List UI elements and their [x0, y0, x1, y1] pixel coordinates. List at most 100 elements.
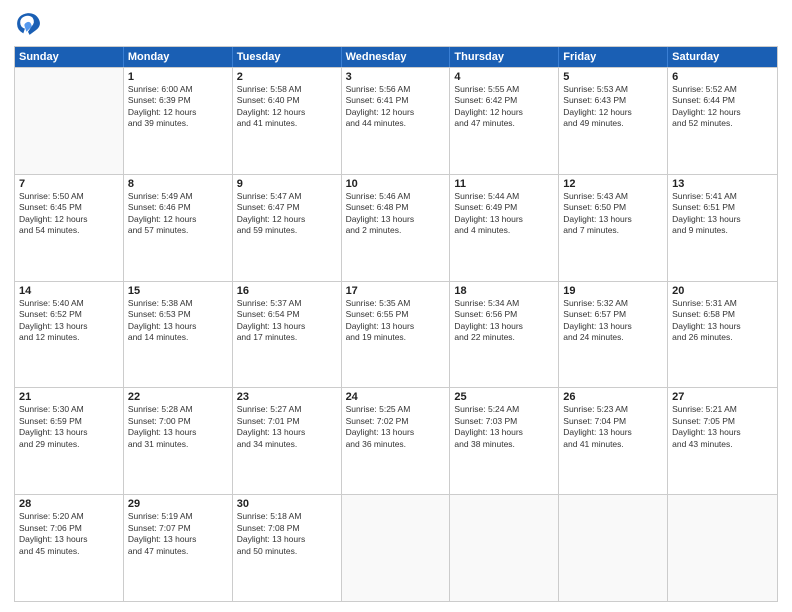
cell-line: Sunset: 6:44 PM — [672, 95, 773, 106]
cell-line: Sunrise: 5:25 AM — [346, 404, 446, 415]
cell-line: Sunset: 6:58 PM — [672, 309, 773, 320]
day-number: 20 — [672, 285, 773, 297]
table-row — [450, 495, 559, 601]
logo — [14, 10, 46, 38]
cell-line: Sunset: 6:51 PM — [672, 202, 773, 213]
cell-line: Sunrise: 5:19 AM — [128, 511, 228, 522]
cell-line: and 38 minutes. — [454, 439, 554, 450]
cell-line: Sunrise: 5:34 AM — [454, 298, 554, 309]
cell-line: Daylight: 13 hours — [237, 534, 337, 545]
weekday-header: Monday — [124, 47, 233, 67]
day-number: 15 — [128, 285, 228, 297]
cell-line: and 14 minutes. — [128, 332, 228, 343]
cell-line: and 41 minutes. — [563, 439, 663, 450]
cell-line: Sunset: 7:07 PM — [128, 523, 228, 534]
cell-line: Daylight: 13 hours — [454, 427, 554, 438]
cell-line: and 26 minutes. — [672, 332, 773, 343]
day-number: 29 — [128, 498, 228, 510]
cell-line: Sunset: 6:49 PM — [454, 202, 554, 213]
cell-line: Daylight: 13 hours — [128, 427, 228, 438]
table-row: 24Sunrise: 5:25 AMSunset: 7:02 PMDayligh… — [342, 388, 451, 494]
logo-icon — [14, 10, 42, 38]
table-row: 20Sunrise: 5:31 AMSunset: 6:58 PMDayligh… — [668, 282, 777, 388]
day-number: 1 — [128, 71, 228, 83]
table-row: 14Sunrise: 5:40 AMSunset: 6:52 PMDayligh… — [15, 282, 124, 388]
cell-line: Daylight: 13 hours — [454, 214, 554, 225]
cell-line: Daylight: 12 hours — [237, 107, 337, 118]
table-row: 18Sunrise: 5:34 AMSunset: 6:56 PMDayligh… — [450, 282, 559, 388]
table-row: 26Sunrise: 5:23 AMSunset: 7:04 PMDayligh… — [559, 388, 668, 494]
cell-line: Sunrise: 5:41 AM — [672, 191, 773, 202]
day-number: 13 — [672, 178, 773, 190]
cell-line: Sunset: 6:53 PM — [128, 309, 228, 320]
cell-line: Sunrise: 5:24 AM — [454, 404, 554, 415]
table-row: 23Sunrise: 5:27 AMSunset: 7:01 PMDayligh… — [233, 388, 342, 494]
cell-line: and 36 minutes. — [346, 439, 446, 450]
day-number: 3 — [346, 71, 446, 83]
table-row: 13Sunrise: 5:41 AMSunset: 6:51 PMDayligh… — [668, 175, 777, 281]
cell-line: Sunrise: 5:44 AM — [454, 191, 554, 202]
cell-line: and 4 minutes. — [454, 225, 554, 236]
cell-line: Sunset: 6:45 PM — [19, 202, 119, 213]
table-row: 10Sunrise: 5:46 AMSunset: 6:48 PMDayligh… — [342, 175, 451, 281]
cell-line: Daylight: 12 hours — [128, 107, 228, 118]
cell-line: Sunset: 6:57 PM — [563, 309, 663, 320]
cell-line: Sunrise: 5:53 AM — [563, 84, 663, 95]
day-number: 24 — [346, 391, 446, 403]
cell-line: Sunrise: 5:23 AM — [563, 404, 663, 415]
cell-line: Daylight: 13 hours — [672, 214, 773, 225]
day-number: 30 — [237, 498, 337, 510]
weekday-header: Wednesday — [342, 47, 451, 67]
cell-line: Sunrise: 5:18 AM — [237, 511, 337, 522]
cell-line: Daylight: 13 hours — [128, 534, 228, 545]
table-row: 7Sunrise: 5:50 AMSunset: 6:45 PMDaylight… — [15, 175, 124, 281]
cell-line: Sunset: 7:00 PM — [128, 416, 228, 427]
cell-line: Sunset: 6:42 PM — [454, 95, 554, 106]
day-number: 10 — [346, 178, 446, 190]
cell-line: Daylight: 13 hours — [346, 427, 446, 438]
calendar: SundayMondayTuesdayWednesdayThursdayFrid… — [14, 46, 778, 602]
cell-line: and 2 minutes. — [346, 225, 446, 236]
cell-line: Sunset: 7:05 PM — [672, 416, 773, 427]
cell-line: and 39 minutes. — [128, 118, 228, 129]
day-number: 7 — [19, 178, 119, 190]
cell-line: and 54 minutes. — [19, 225, 119, 236]
day-number: 8 — [128, 178, 228, 190]
cell-line: Sunrise: 5:46 AM — [346, 191, 446, 202]
cell-line: and 59 minutes. — [237, 225, 337, 236]
cell-line: Sunrise: 5:50 AM — [19, 191, 119, 202]
cell-line: and 49 minutes. — [563, 118, 663, 129]
cell-line: and 47 minutes. — [454, 118, 554, 129]
cell-line: Sunrise: 5:28 AM — [128, 404, 228, 415]
day-number: 28 — [19, 498, 119, 510]
cell-line: Daylight: 13 hours — [346, 214, 446, 225]
table-row: 5Sunrise: 5:53 AMSunset: 6:43 PMDaylight… — [559, 68, 668, 174]
day-number: 27 — [672, 391, 773, 403]
cell-line: and 52 minutes. — [672, 118, 773, 129]
calendar-header: SundayMondayTuesdayWednesdayThursdayFrid… — [15, 47, 777, 67]
cell-line: Sunset: 6:40 PM — [237, 95, 337, 106]
cell-line: Sunset: 6:56 PM — [454, 309, 554, 320]
cell-line: Sunrise: 5:43 AM — [563, 191, 663, 202]
cell-line: Sunrise: 5:49 AM — [128, 191, 228, 202]
cell-line: Sunset: 7:01 PM — [237, 416, 337, 427]
cell-line: Sunrise: 5:30 AM — [19, 404, 119, 415]
cell-line: and 45 minutes. — [19, 546, 119, 557]
cell-line: and 57 minutes. — [128, 225, 228, 236]
cell-line: Sunset: 6:52 PM — [19, 309, 119, 320]
cell-line: Daylight: 12 hours — [128, 214, 228, 225]
calendar-row: 1Sunrise: 6:00 AMSunset: 6:39 PMDaylight… — [15, 67, 777, 174]
cell-line: Sunset: 6:39 PM — [128, 95, 228, 106]
cell-line: and 9 minutes. — [672, 225, 773, 236]
table-row — [668, 495, 777, 601]
day-number: 9 — [237, 178, 337, 190]
cell-line: Sunrise: 5:56 AM — [346, 84, 446, 95]
table-row: 19Sunrise: 5:32 AMSunset: 6:57 PMDayligh… — [559, 282, 668, 388]
cell-line: Sunset: 7:04 PM — [563, 416, 663, 427]
cell-line: and 29 minutes. — [19, 439, 119, 450]
cell-line: Sunrise: 5:27 AM — [237, 404, 337, 415]
day-number: 22 — [128, 391, 228, 403]
cell-line: Sunrise: 5:21 AM — [672, 404, 773, 415]
page: SundayMondayTuesdayWednesdayThursdayFrid… — [0, 0, 792, 612]
table-row: 2Sunrise: 5:58 AMSunset: 6:40 PMDaylight… — [233, 68, 342, 174]
